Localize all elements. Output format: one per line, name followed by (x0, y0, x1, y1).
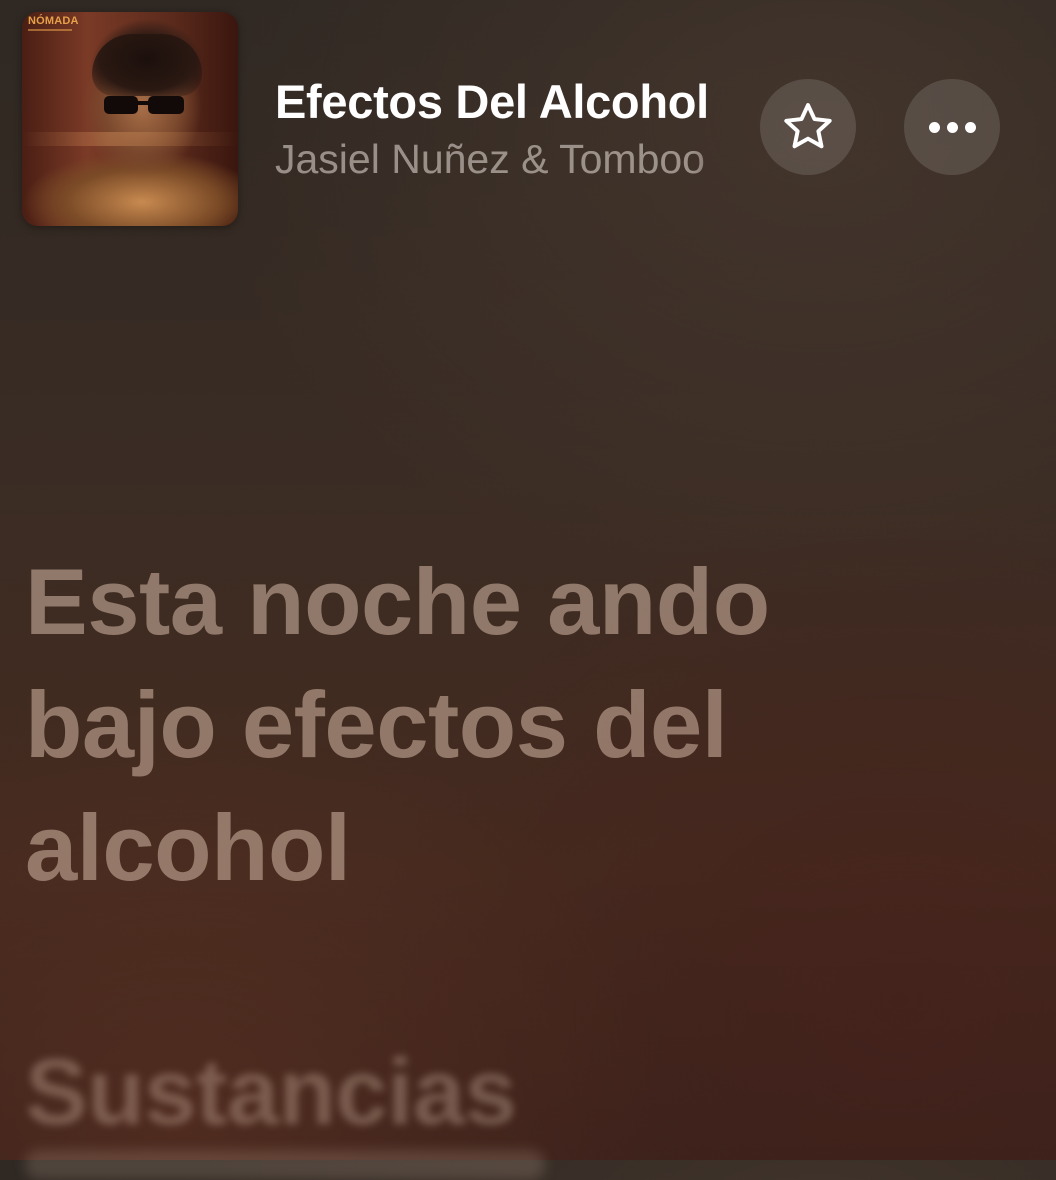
lyric-next-line[interactable]: Sustancias (25, 1030, 1025, 1153)
artwork-light-streak (22, 132, 238, 146)
lyric-line[interactable]: Esta noche ando (25, 540, 1025, 663)
artwork-hair-shape (92, 34, 202, 96)
ellipsis-icon (928, 121, 976, 133)
lyric-line[interactable]: bajo efectos del (25, 663, 1025, 786)
artwork-label: NÓMADA (28, 15, 79, 27)
more-options-button[interactable] (904, 79, 1000, 175)
star-outline-icon (784, 103, 832, 149)
favorite-button[interactable] (760, 79, 856, 175)
lyrics-current[interactable]: Esta noche ando bajo efectos del alcohol (25, 540, 1025, 909)
now-playing-header: NÓMADA Efectos Del Alcohol Jasiel Nuñez … (0, 0, 1056, 250)
artwork-glasses-shape (104, 96, 184, 114)
lyric-following-line-blur (25, 1150, 545, 1180)
artwork-sublabel-line (28, 29, 72, 31)
song-artist[interactable]: Jasiel Nuñez & Tomboo (275, 136, 749, 183)
song-title[interactable]: Efectos Del Alcohol (275, 74, 709, 129)
album-artwork[interactable]: NÓMADA (22, 12, 238, 226)
lyric-line[interactable]: alcohol (25, 786, 1025, 909)
